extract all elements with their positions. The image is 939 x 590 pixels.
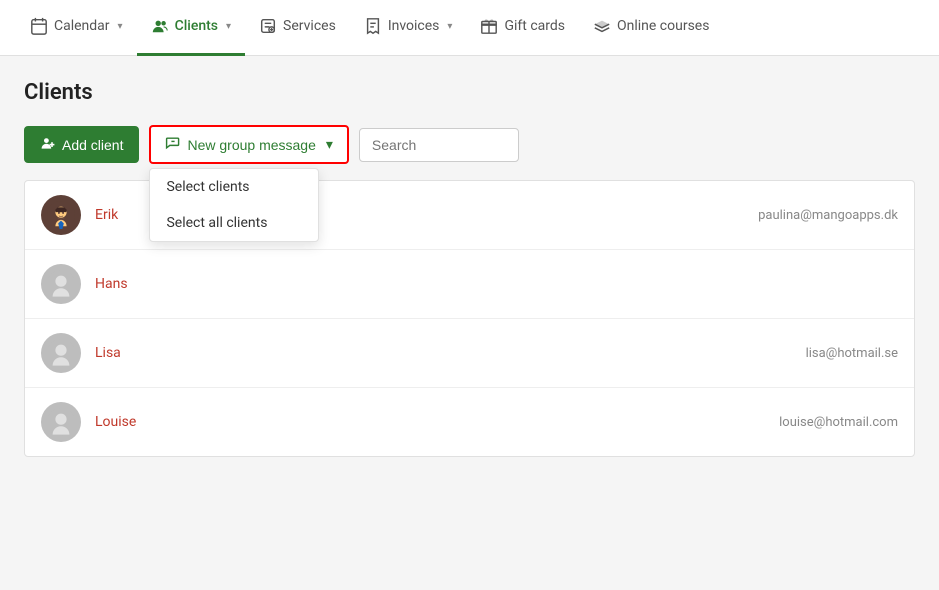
nav-courses-label: Online courses: [617, 18, 709, 34]
chevron-down-icon: ▾: [226, 21, 231, 32]
group-message-button[interactable]: New group message ▾: [149, 125, 348, 164]
avatar: [41, 195, 81, 235]
add-client-icon: [40, 135, 56, 154]
client-name: Hans: [95, 276, 884, 292]
search-input[interactable]: [359, 128, 519, 162]
group-message-dropdown: New group message ▾ Select clients Selec…: [149, 125, 348, 164]
invoices-icon: [364, 17, 382, 35]
services-icon: [259, 17, 277, 35]
table-row[interactable]: Louise louise@hotmail.com: [25, 388, 914, 456]
avatar: [41, 264, 81, 304]
toolbar: Add client New group message ▾ Select cl…: [24, 125, 915, 164]
message-icon: [165, 135, 181, 154]
giftcards-icon: [480, 17, 498, 35]
client-email: lisa@hotmail.se: [806, 346, 898, 361]
client-name: Lisa: [95, 345, 792, 361]
table-row[interactable]: Lisa lisa@hotmail.se: [25, 319, 914, 388]
group-message-label: New group message: [187, 137, 315, 153]
chevron-down-icon: ▾: [447, 21, 452, 32]
add-client-button[interactable]: Add client: [24, 126, 139, 163]
nav-calendar[interactable]: Calendar ▾: [16, 0, 137, 56]
select-clients-option[interactable]: Select clients: [150, 169, 318, 205]
nav-invoices-label: Invoices: [388, 18, 440, 34]
select-clients-label: Select clients: [166, 179, 249, 195]
calendar-icon: [30, 17, 48, 35]
page-title: Clients: [24, 80, 915, 105]
client-name: Louise: [95, 414, 765, 430]
add-client-label: Add client: [62, 137, 123, 153]
nav-giftcards-label: Gift cards: [504, 18, 565, 34]
clients-icon: [151, 17, 169, 35]
nav-giftcards[interactable]: Gift cards: [466, 0, 579, 56]
group-message-menu: Select clients Select all clients: [149, 168, 319, 242]
chevron-down-icon: ▾: [118, 21, 123, 32]
select-all-clients-option[interactable]: Select all clients: [150, 205, 318, 241]
nav-calendar-label: Calendar: [54, 18, 110, 34]
group-message-chevron: ▾: [326, 136, 333, 153]
courses-icon: [593, 17, 611, 35]
client-email: paulina@mangoapps.dk: [758, 208, 898, 223]
nav-services-label: Services: [283, 18, 336, 34]
avatar: [41, 333, 81, 373]
nav-services[interactable]: Services: [245, 0, 350, 56]
select-all-clients-label: Select all clients: [166, 215, 267, 231]
nav-courses[interactable]: Online courses: [579, 0, 723, 56]
avatar: [41, 402, 81, 442]
nav-clients[interactable]: Clients ▾: [137, 0, 245, 56]
client-email: louise@hotmail.com: [779, 415, 898, 430]
main-nav: Calendar ▾ Clients ▾ Services: [0, 0, 939, 56]
nav-clients-label: Clients: [175, 18, 218, 34]
table-row[interactable]: Hans: [25, 250, 914, 319]
nav-invoices[interactable]: Invoices ▾: [350, 0, 467, 56]
clients-page: Clients Add client: [0, 56, 939, 457]
